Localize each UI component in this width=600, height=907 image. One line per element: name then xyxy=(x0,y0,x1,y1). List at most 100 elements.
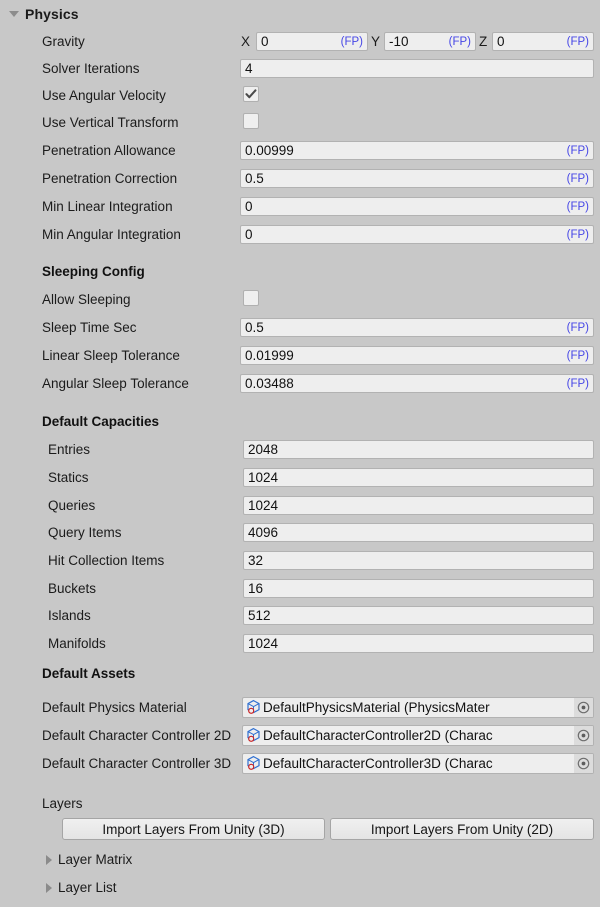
queries-field[interactable]: 1024 xyxy=(243,496,594,515)
chevron-right-icon[interactable] xyxy=(46,854,52,865)
gravity-z-value: 0 xyxy=(497,34,505,49)
angular-sleep-tolerance-suffix: (FP) xyxy=(566,377,589,390)
label-default-character-controller-2d: Default Character Controller 2D xyxy=(42,728,232,743)
label-buckets: Buckets xyxy=(48,581,97,596)
default-physics-material-value: DefaultPhysicsMaterial (PhysicsMater xyxy=(263,700,490,715)
chevron-right-icon[interactable] xyxy=(46,882,52,893)
row-min-linear-integration: Min Linear Integration 0 (FP) xyxy=(0,193,600,220)
label-solver-iterations: Solver Iterations xyxy=(42,61,140,76)
default-character-controller-2d-objectfield[interactable]: DefaultCharacterController2D (Charac xyxy=(242,725,594,746)
physics-foldout-header[interactable]: Physics xyxy=(0,0,600,28)
manifolds-field[interactable]: 1024 xyxy=(243,634,594,653)
label-allow-sleeping: Allow Sleeping xyxy=(42,292,131,307)
gravity-z-field[interactable]: 0 (FP) xyxy=(492,32,594,51)
label-linear-sleep-tolerance: Linear Sleep Tolerance xyxy=(42,348,180,363)
import-layers-3d-button[interactable]: Import Layers From Unity (3D) xyxy=(62,818,325,840)
row-allow-sleeping: Allow Sleeping xyxy=(0,286,600,313)
min-linear-integration-field[interactable]: 0 (FP) xyxy=(240,197,594,216)
row-queries: Queries 1024 xyxy=(0,492,600,519)
row-linear-sleep-tolerance: Linear Sleep Tolerance 0.01999 (FP) xyxy=(0,342,600,369)
section-title-sleeping-config: Sleeping Config xyxy=(42,264,145,279)
object-picker-icon[interactable] xyxy=(574,754,593,773)
foldout-layer-list[interactable]: Layer List xyxy=(46,874,117,901)
use-vertical-transform-checkbox[interactable] xyxy=(243,113,259,129)
entries-field[interactable]: 2048 xyxy=(243,440,594,459)
object-picker-icon[interactable] xyxy=(574,698,593,717)
default-character-controller-3d-objectfield[interactable]: DefaultCharacterController3D (Charac xyxy=(242,753,594,774)
section-title-default-assets: Default Assets xyxy=(42,666,136,681)
penetration-correction-suffix: (FP) xyxy=(566,172,589,185)
linear-sleep-tolerance-suffix: (FP) xyxy=(566,349,589,362)
penetration-allowance-field[interactable]: 0.00999 (FP) xyxy=(240,141,594,160)
query-items-value: 4096 xyxy=(248,525,279,540)
statics-field[interactable]: 1024 xyxy=(243,468,594,487)
statics-value: 1024 xyxy=(248,470,279,485)
section-default-assets: Default Assets xyxy=(0,660,600,687)
row-hit-collection-items: Hit Collection Items 32 xyxy=(0,547,600,574)
default-physics-material-objectfield[interactable]: DefaultPhysicsMaterial (PhysicsMater xyxy=(242,697,594,718)
default-character-controller-2d-value: DefaultCharacterController2D (Charac xyxy=(263,728,493,743)
label-min-angular-integration: Min Angular Integration xyxy=(42,227,181,242)
row-penetration-correction: Penetration Correction 0.5 (FP) xyxy=(0,165,600,192)
sleep-time-sec-suffix: (FP) xyxy=(566,321,589,334)
section-layers: Layers xyxy=(0,790,600,817)
min-angular-integration-suffix: (FP) xyxy=(566,228,589,241)
label-islands: Islands xyxy=(48,608,91,623)
label-gravity: Gravity xyxy=(42,34,85,49)
label-use-angular-velocity: Use Angular Velocity xyxy=(42,88,166,103)
min-angular-integration-field[interactable]: 0 (FP) xyxy=(240,225,594,244)
penetration-correction-value: 0.5 xyxy=(245,171,264,186)
gravity-y-field[interactable]: -10 (FP) xyxy=(384,32,476,51)
min-angular-integration-value: 0 xyxy=(245,227,253,242)
chevron-down-icon[interactable] xyxy=(9,11,19,17)
angular-sleep-tolerance-value: 0.03488 xyxy=(245,376,294,391)
min-linear-integration-value: 0 xyxy=(245,199,253,214)
default-character-controller-3d-value: DefaultCharacterController3D (Charac xyxy=(263,756,493,771)
label-query-items: Query Items xyxy=(48,525,122,540)
hit-collection-items-field[interactable]: 32 xyxy=(243,551,594,570)
row-statics: Statics 1024 xyxy=(0,464,600,491)
penetration-allowance-value: 0.00999 xyxy=(245,143,294,158)
label-penetration-allowance: Penetration Allowance xyxy=(42,143,176,158)
solver-iterations-value: 4 xyxy=(245,61,253,76)
queries-value: 1024 xyxy=(248,498,279,513)
buckets-value: 16 xyxy=(248,581,264,596)
foldout-layer-matrix[interactable]: Layer Matrix xyxy=(46,846,132,873)
entries-value: 2048 xyxy=(248,442,279,457)
row-default-character-controller-2d: Default Character Controller 2D DefaultC… xyxy=(0,722,600,749)
buckets-field[interactable]: 16 xyxy=(243,579,594,598)
label-hit-collection-items: Hit Collection Items xyxy=(48,553,165,568)
gravity-y-suffix: (FP) xyxy=(448,35,471,48)
linear-sleep-tolerance-field[interactable]: 0.01999 (FP) xyxy=(240,346,594,365)
row-penetration-allowance: Penetration Allowance 0.00999 (FP) xyxy=(0,137,600,164)
use-angular-velocity-checkbox[interactable] xyxy=(243,86,259,102)
label-default-character-controller-3d: Default Character Controller 3D xyxy=(42,756,232,771)
row-manifolds: Manifolds 1024 xyxy=(0,630,600,657)
object-picker-icon[interactable] xyxy=(574,726,593,745)
label-statics: Statics xyxy=(48,470,89,485)
gravity-x-suffix: (FP) xyxy=(340,35,363,48)
sleep-time-sec-field[interactable]: 0.5 (FP) xyxy=(240,318,594,337)
islands-field[interactable]: 512 xyxy=(243,606,594,625)
min-linear-integration-suffix: (FP) xyxy=(566,200,589,213)
row-min-angular-integration: Min Angular Integration 0 (FP) xyxy=(0,221,600,248)
section-title-layers: Layers xyxy=(42,796,83,811)
solver-iterations-field[interactable]: 4 xyxy=(240,59,594,78)
islands-value: 512 xyxy=(248,608,271,623)
row-gravity: Gravity X 0 (FP) Y -10 (FP) Z 0 (FP) xyxy=(0,28,600,55)
axis-label-x: X xyxy=(241,34,251,49)
row-solver-iterations: Solver Iterations 4 xyxy=(0,55,600,82)
section-default-capacities: Default Capacities xyxy=(0,408,600,435)
angular-sleep-tolerance-field[interactable]: 0.03488 (FP) xyxy=(240,374,594,393)
label-use-vertical-transform: Use Vertical Transform xyxy=(42,115,179,130)
import-layers-2d-button[interactable]: Import Layers From Unity (2D) xyxy=(330,818,594,840)
section-title-default-capacities: Default Capacities xyxy=(42,414,160,429)
allow-sleeping-checkbox[interactable] xyxy=(243,290,259,306)
row-use-vertical-transform: Use Vertical Transform xyxy=(0,109,600,136)
penetration-correction-field[interactable]: 0.5 (FP) xyxy=(240,169,594,188)
gravity-x-field[interactable]: 0 (FP) xyxy=(256,32,368,51)
row-entries: Entries 2048 xyxy=(0,436,600,463)
query-items-field[interactable]: 4096 xyxy=(243,523,594,542)
foldout-layer-list-label: Layer List xyxy=(58,880,117,895)
gravity-y-value: -10 xyxy=(389,34,409,49)
